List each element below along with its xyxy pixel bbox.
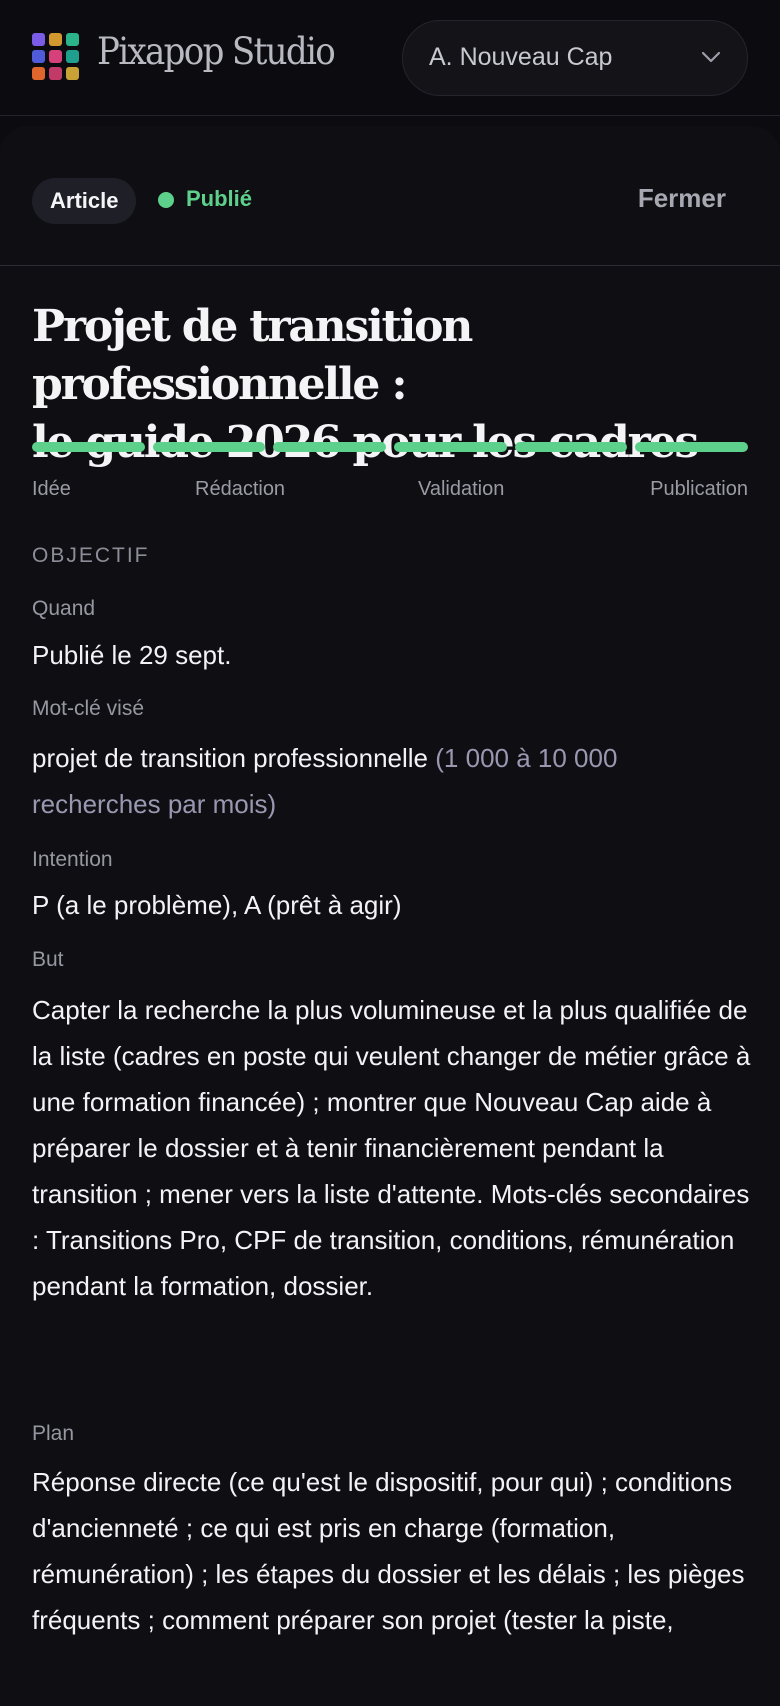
logo-tile [32,67,45,80]
logo-tile [66,33,79,46]
type-chip: Article [32,178,137,224]
keyword-value: projet de transition professionnelle (1 … [32,735,632,827]
intent-label: Intention [32,848,113,871]
top-bar: Pixapop Studio A. Nouveau Cap [0,0,780,116]
brand-name: Pixapop Studio [97,30,336,73]
step-idee: Idée [32,478,71,500]
when-value: Publié le 29 sept. [32,640,232,670]
step-redaction: Rédaction [195,478,286,500]
logo-tile [66,67,79,80]
title-line-1: Projet de transition professionnelle : [32,301,473,410]
workspace-selector[interactable]: A. Nouveau Cap [402,20,748,96]
goal-value: Capter la recherche la plus volumineuse … [32,995,751,1301]
status-dot-icon [158,192,174,208]
intent-value: P (a le problème), A (prêt à agir) [32,890,402,920]
progress-segment [32,442,145,452]
when-label: Quand [32,597,96,620]
close-button[interactable]: Fermer [638,183,726,214]
plan-value: Réponse directe (ce qu'est le dispositif… [32,1467,745,1635]
logo-tile [66,50,79,63]
article-panel: Article Publié Fermer Projet de transiti… [0,126,780,1706]
progress-segment [273,442,387,452]
chevron-down-icon [701,51,721,63]
keyword-label: Mot-clé visé [32,697,145,720]
logo-tile [32,33,45,46]
step-publication: Publication [650,478,748,500]
panel-header: Article Publié Fermer [0,126,780,266]
status-badge: Publié [186,186,253,211]
progress-segment [152,442,266,452]
goal-label: But [32,948,64,971]
logo-tile [49,50,62,63]
workflow-progress [32,442,749,452]
progress-segment [635,442,749,452]
keyword-text: projet de transition professionnelle [32,743,429,773]
section-title: OBJECTIF [32,544,150,567]
workflow-steps: Idée Rédaction Validation Publication [32,478,748,508]
logo-tile [49,67,62,80]
step-validation: Validation [418,478,505,500]
plan-label: Plan [32,1422,75,1445]
progress-segment [394,442,507,452]
workspace-label: A. Nouveau Cap [429,43,613,71]
logo-tile [49,33,62,46]
progress-segment [514,442,628,452]
logo-tile [32,50,45,63]
pixapop-logo-icon [32,33,80,81]
